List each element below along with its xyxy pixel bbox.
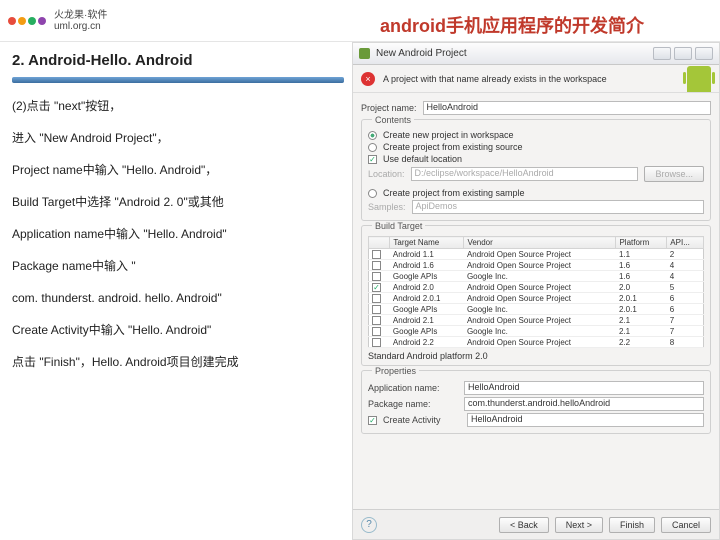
radio-label: Create project from existing sample <box>383 188 525 198</box>
step-text: Application name中输入 "Hello. Android" <box>12 225 344 243</box>
package-name-input[interactable]: com.thunderst.android.helloAndroid <box>464 397 704 411</box>
minimize-button[interactable] <box>653 47 671 60</box>
contents-group-label: Contents <box>372 115 414 125</box>
table-row[interactable]: Android 2.2Android Open Source Project2.… <box>369 337 704 348</box>
location-label: Location: <box>368 169 405 179</box>
step-text: 点击 "Finish"，Hello. Android项目创建完成 <box>12 353 344 371</box>
android-icon <box>687 66 711 92</box>
samples-select: ApiDemos <box>412 200 704 214</box>
package-name-label: Package name: <box>368 399 458 409</box>
browse-button: Browse... <box>644 166 704 182</box>
wizard-icon <box>359 48 370 59</box>
step-text: (2)点击 "next"按钮， <box>12 97 344 115</box>
step-text: com. thunderst. android. hello. Android" <box>12 289 344 307</box>
page-title: android手机应用程序的开发简介 <box>380 12 644 38</box>
dialog-subtitle: A project with that name already exists … <box>383 74 607 84</box>
build-target-group-label: Build Target <box>372 221 425 231</box>
checkbox-label: Use default location <box>383 154 462 164</box>
create-activity-checkbox[interactable]: ✓ <box>368 416 377 425</box>
radio-label: Create new project in workspace <box>383 130 514 140</box>
project-name-input[interactable]: HelloAndroid <box>423 101 711 115</box>
dialog-title: New Android Project <box>376 48 467 59</box>
create-activity-input[interactable]: HelloAndroid <box>467 413 704 427</box>
project-name-label: Project name: <box>361 103 417 113</box>
step-text: 进入 "New Android Project"， <box>12 129 344 147</box>
create-activity-label: Create Activity <box>383 415 461 425</box>
section-heading: 2. Android-Hello. Android <box>12 52 344 69</box>
samples-label: Samples: <box>368 202 406 212</box>
step-text: Project name中输入 "Hello. Android"， <box>12 161 344 179</box>
step-text: Build Target中选择 "Android 2. 0"或其他 <box>12 193 344 211</box>
site-logo: 火龙果·软件 uml.org.cn <box>8 10 107 32</box>
properties-group-label: Properties <box>372 366 419 376</box>
error-icon: × <box>361 72 375 86</box>
app-name-label: Application name: <box>368 383 458 393</box>
wizard-dialog: New Android Project × A project with tha… <box>352 42 720 540</box>
maximize-button[interactable] <box>674 47 692 60</box>
logo-text-2: uml.org.cn <box>54 21 107 32</box>
radio-existing-sample[interactable] <box>368 189 377 198</box>
table-row[interactable]: Google APIsGoogle Inc.1.64 <box>369 271 704 282</box>
use-default-checkbox[interactable]: ✓ <box>368 155 377 164</box>
table-row[interactable]: Google APIsGoogle Inc.2.17 <box>369 326 704 337</box>
radio-existing-source[interactable] <box>368 143 377 152</box>
target-table[interactable]: Target NameVendorPlatformAPI... Android … <box>368 236 704 348</box>
table-row[interactable]: ✓Android 2.0Android Open Source Project2… <box>369 282 704 293</box>
back-button[interactable]: < Back <box>499 517 549 533</box>
close-button[interactable] <box>695 47 713 60</box>
table-row[interactable]: Android 2.0.1Android Open Source Project… <box>369 293 704 304</box>
location-input: D:/eclipse/workspace/HelloAndroid <box>411 167 639 181</box>
target-summary: Standard Android platform 2.0 <box>368 351 704 361</box>
table-row[interactable]: Google APIsGoogle Inc.2.0.16 <box>369 304 704 315</box>
radio-label: Create project from existing source <box>383 142 523 152</box>
table-row[interactable]: Android 1.1Android Open Source Project1.… <box>369 249 704 260</box>
finish-button[interactable]: Finish <box>609 517 655 533</box>
help-icon[interactable]: ? <box>361 517 377 533</box>
table-row[interactable]: Android 1.6Android Open Source Project1.… <box>369 260 704 271</box>
app-name-input[interactable]: HelloAndroid <box>464 381 704 395</box>
table-row[interactable]: Android 2.1Android Open Source Project2.… <box>369 315 704 326</box>
cancel-button[interactable]: Cancel <box>661 517 711 533</box>
heading-underline <box>12 77 344 83</box>
instruction-pane: 2. Android-Hello. Android (2)点击 "next"按钮… <box>0 42 352 540</box>
step-text: Create Activity中输入 "Hello. Android" <box>12 321 344 339</box>
step-text: Package name中输入 " <box>12 257 344 275</box>
logo-text-1: 火龙果·软件 <box>54 10 107 21</box>
next-button[interactable]: Next > <box>555 517 603 533</box>
radio-new-project[interactable] <box>368 131 377 140</box>
